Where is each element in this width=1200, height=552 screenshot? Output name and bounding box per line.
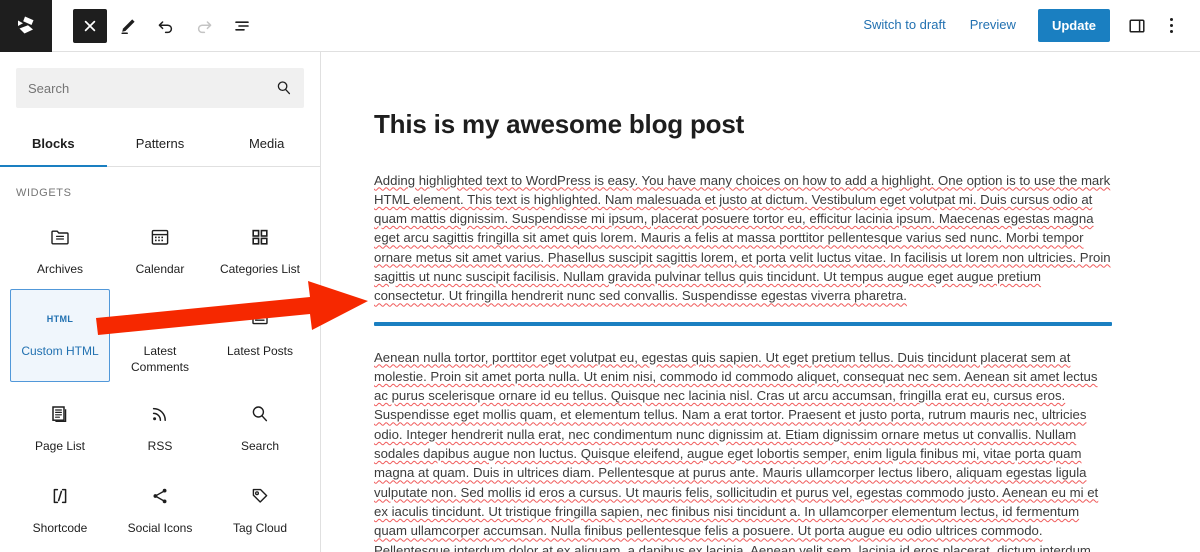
widget-label: RSS — [147, 439, 173, 454]
edit-pencil-icon[interactable] — [111, 9, 145, 43]
widget-shortcode[interactable]: Shortcode — [10, 466, 110, 546]
widget-label: Social Icons — [127, 521, 193, 536]
widget-categories-list[interactable]: Categories List — [210, 207, 310, 287]
html-badge-text: HTML — [46, 314, 74, 324]
kebab-menu-icon[interactable] — [1154, 9, 1188, 43]
kebab-dots — [1169, 18, 1173, 33]
rss-icon — [149, 399, 171, 429]
widget-label: Shortcode — [32, 521, 88, 536]
widget-label: Search — [240, 439, 280, 454]
widget-label: Latest Posts — [226, 344, 294, 358]
html-badge-icon: HTML — [47, 304, 74, 334]
widget-rss[interactable]: RSS — [110, 384, 210, 464]
widgets-section-title: WIDGETS — [16, 187, 72, 199]
update-button[interactable]: Update — [1037, 9, 1110, 42]
widget-archives[interactable]: Archives — [10, 207, 110, 287]
sidebar-panel-icon[interactable] — [1120, 9, 1154, 43]
search-input[interactable] — [16, 80, 304, 96]
widget-page-list[interactable]: Page List — [10, 384, 110, 464]
latest-comments-icon — [149, 304, 171, 334]
latest-posts-icon — [249, 304, 271, 334]
list-view-icon[interactable] — [225, 9, 259, 43]
paragraph-block-2[interactable]: Aenean nulla tortor, porttitor eget volu… — [374, 348, 1112, 552]
undo-icon[interactable] — [149, 9, 183, 43]
widget-label: Tag Cloud — [232, 521, 288, 536]
tag-cloud-icon — [249, 481, 271, 511]
archives-icon — [49, 222, 71, 252]
preview-button[interactable]: Preview — [958, 9, 1028, 42]
widgets-grid: Archives Calendar Categories List HTML C… — [0, 203, 320, 546]
switch-to-draft-button[interactable]: Switch to draft — [851, 9, 957, 42]
social-icons-icon — [149, 481, 171, 511]
block-insertion-indicator — [374, 321, 1112, 326]
top-bar-actions: Switch to draft Preview Update — [851, 9, 1200, 43]
widget-latest-posts[interactable]: Latest Posts — [210, 289, 310, 382]
widget-label: Custom HTML — [21, 344, 99, 358]
editor-canvas[interactable]: This is my awesome blog post Adding high… — [322, 52, 1200, 552]
paragraph-block-1[interactable]: Adding highlighted text to WordPress is … — [374, 171, 1112, 306]
inserter-tabs: Blocks Patterns Media — [0, 124, 320, 167]
tab-media[interactable]: Media — [213, 124, 320, 167]
wordpress-block-editor: Switch to draft Preview Update Search Bl… — [0, 0, 1200, 552]
widget-label: Archives — [36, 262, 83, 276]
redo-icon[interactable] — [187, 9, 221, 43]
calendar-icon — [149, 222, 171, 252]
widget-latest-comments[interactable]: Latest Comments — [110, 289, 210, 382]
close-icon[interactable] — [73, 8, 107, 43]
site-logo-icon[interactable] — [0, 0, 52, 52]
search-icon — [249, 399, 271, 429]
categories-list-icon — [249, 222, 271, 252]
post-content: This is my awesome blog post Adding high… — [322, 52, 1152, 552]
widget-search[interactable]: Search — [210, 384, 310, 464]
widget-custom-html[interactable]: HTML Custom HTML — [10, 289, 110, 383]
widget-label: Page List — [34, 439, 86, 454]
page-title[interactable]: This is my awesome blog post — [374, 108, 1112, 141]
page-list-icon — [49, 399, 71, 429]
search-area — [0, 52, 320, 108]
widget-label: Categories List — [219, 262, 301, 276]
editor-top-bar: Switch to draft Preview Update — [0, 0, 1200, 52]
widget-label: Calendar — [135, 262, 185, 276]
search-icon — [275, 79, 293, 102]
shortcode-icon — [49, 481, 71, 511]
editor-tools-group — [73, 8, 259, 43]
search-box[interactable] — [16, 68, 304, 108]
tab-blocks[interactable]: Blocks — [0, 124, 107, 167]
block-inserter-sidebar: Blocks Patterns Media WIDGETS Archives — [0, 52, 321, 552]
widget-label: Latest Comments — [130, 344, 189, 375]
widget-tag-cloud[interactable]: Tag Cloud — [210, 466, 310, 546]
tab-patterns[interactable]: Patterns — [107, 124, 214, 167]
widget-calendar[interactable]: Calendar — [110, 207, 210, 287]
widget-social-icons[interactable]: Social Icons — [110, 466, 210, 546]
